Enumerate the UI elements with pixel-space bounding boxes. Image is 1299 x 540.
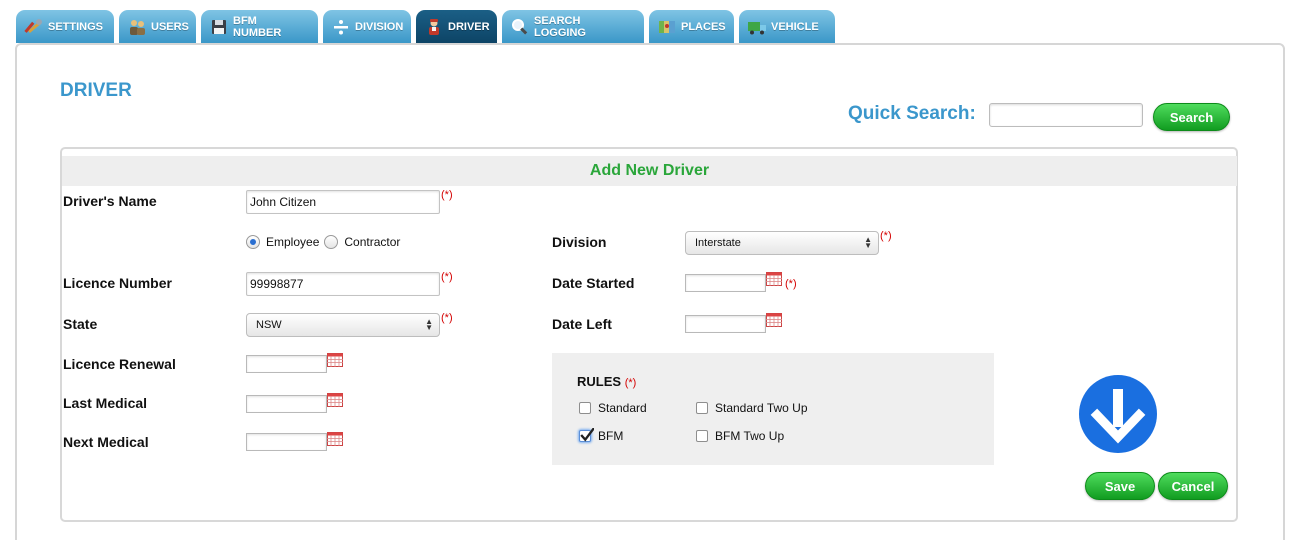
licence-renewal-label: Licence Renewal [63,356,176,372]
required-mark: (*) [441,312,453,324]
calendar-icon[interactable] [766,313,782,327]
tab-label: SETTINGS [48,20,104,33]
rule-bfm-two-up-label: BFM Two Up [715,429,785,443]
quick-search-label: Quick Search: [848,103,976,124]
tab-search-logging[interactable]: SEARCH LOGGING [502,10,644,43]
tab-label: PLACES [681,20,726,33]
licence-number-input[interactable] [246,272,440,296]
select-arrows-icon: ▲ ▼ [864,235,872,250]
tab-label: DIVISION [355,20,404,33]
division-select-value: Interstate [695,237,741,249]
users-icon [127,17,147,37]
drivers-name-input[interactable] [246,190,440,214]
division-select[interactable]: Interstate ▲ ▼ [685,231,879,255]
rule-bfm-two-up-checkbox[interactable] [696,430,708,442]
employee-radio[interactable] [246,235,260,249]
contractor-radio[interactable] [324,235,339,249]
tools-icon [24,17,44,37]
last-medical-label: Last Medical [63,395,148,411]
radio-selected-dot [250,239,256,245]
required-mark: (*) [441,271,453,283]
licence-renewal-input[interactable] [246,355,327,373]
save-button[interactable]: Save [1085,472,1155,500]
down-arrow-icon[interactable] [1079,375,1157,453]
rule-standard-checkbox[interactable] [579,402,591,414]
licence-number-label: Licence Number [63,275,172,291]
tab-division[interactable]: DIVISION [323,10,411,43]
division-label: Division [552,234,607,250]
calendar-icon[interactable] [327,432,343,446]
last-medical-input[interactable] [246,395,327,413]
required-mark: (*) [624,377,637,389]
calendar-icon[interactable] [327,353,343,367]
tab-label: BFM NUMBER [233,14,282,39]
state-select-value: NSW [256,319,282,331]
truck-icon [747,17,767,37]
next-medical-label: Next Medical [63,434,149,450]
calendar-icon[interactable] [327,393,343,407]
floppy-icon [209,17,229,37]
date-started-input[interactable] [685,274,766,292]
date-left-label: Date Left [552,316,612,332]
tab-label: DRIVER [448,20,490,33]
rule-standard-two-up-label: Standard Two Up [715,401,808,415]
tab-places[interactable]: PLACES [649,10,734,43]
select-arrows-icon: ▲ ▼ [425,317,433,332]
map-icon [657,17,677,37]
tab-settings[interactable]: SETTINGS [16,10,114,43]
required-mark: (*) [785,278,797,290]
form-heading: Add New Driver [62,156,1237,186]
date-left-input[interactable] [685,315,766,333]
contractor-radio-label: Contractor [344,235,401,249]
divide-icon [331,17,351,37]
rule-bfm-label: BFM [598,429,624,443]
rule-standard-two-up-checkbox[interactable] [696,402,708,414]
magnifier-icon [510,17,530,37]
search-button[interactable]: Search [1153,103,1230,131]
cancel-button[interactable]: Cancel [1158,472,1228,500]
state-label: State [63,316,98,332]
checkmark-icon [580,428,594,442]
rule-bfm-checkbox[interactable] [579,428,594,442]
employment-type-group: Employee Contractor [246,235,400,249]
tab-users[interactable]: USERS [119,10,196,43]
page-title: DRIVER [60,80,132,101]
required-mark: (*) [441,189,453,201]
tab-label: USERS [151,20,189,33]
tab-label: VEHICLE [771,20,819,33]
calendar-icon[interactable] [766,272,782,286]
tab-driver[interactable]: DRIVER [416,10,497,43]
tab-label: SEARCH LOGGING [534,14,586,39]
add-driver-form [60,147,1238,522]
tab-bar: SETTINGS USERS BFM NUMBER DIVISION DRIVE… [16,10,840,44]
rules-label-text: RULES [577,374,622,389]
required-mark: (*) [880,230,892,242]
tab-bfm-number[interactable]: BFM NUMBER [201,10,318,43]
state-select[interactable]: NSW ▲ ▼ [246,313,440,337]
quick-search-input[interactable] [989,103,1143,127]
rules-label: RULES (*) [577,374,636,389]
driver-icon [424,17,444,37]
date-started-label: Date Started [552,275,635,291]
tab-vehicle[interactable]: VEHICLE [739,10,835,43]
employee-radio-label: Employee [266,235,320,249]
next-medical-input[interactable] [246,433,327,451]
drivers-name-label: Driver's Name [63,193,157,209]
rule-standard-label: Standard [598,401,647,415]
